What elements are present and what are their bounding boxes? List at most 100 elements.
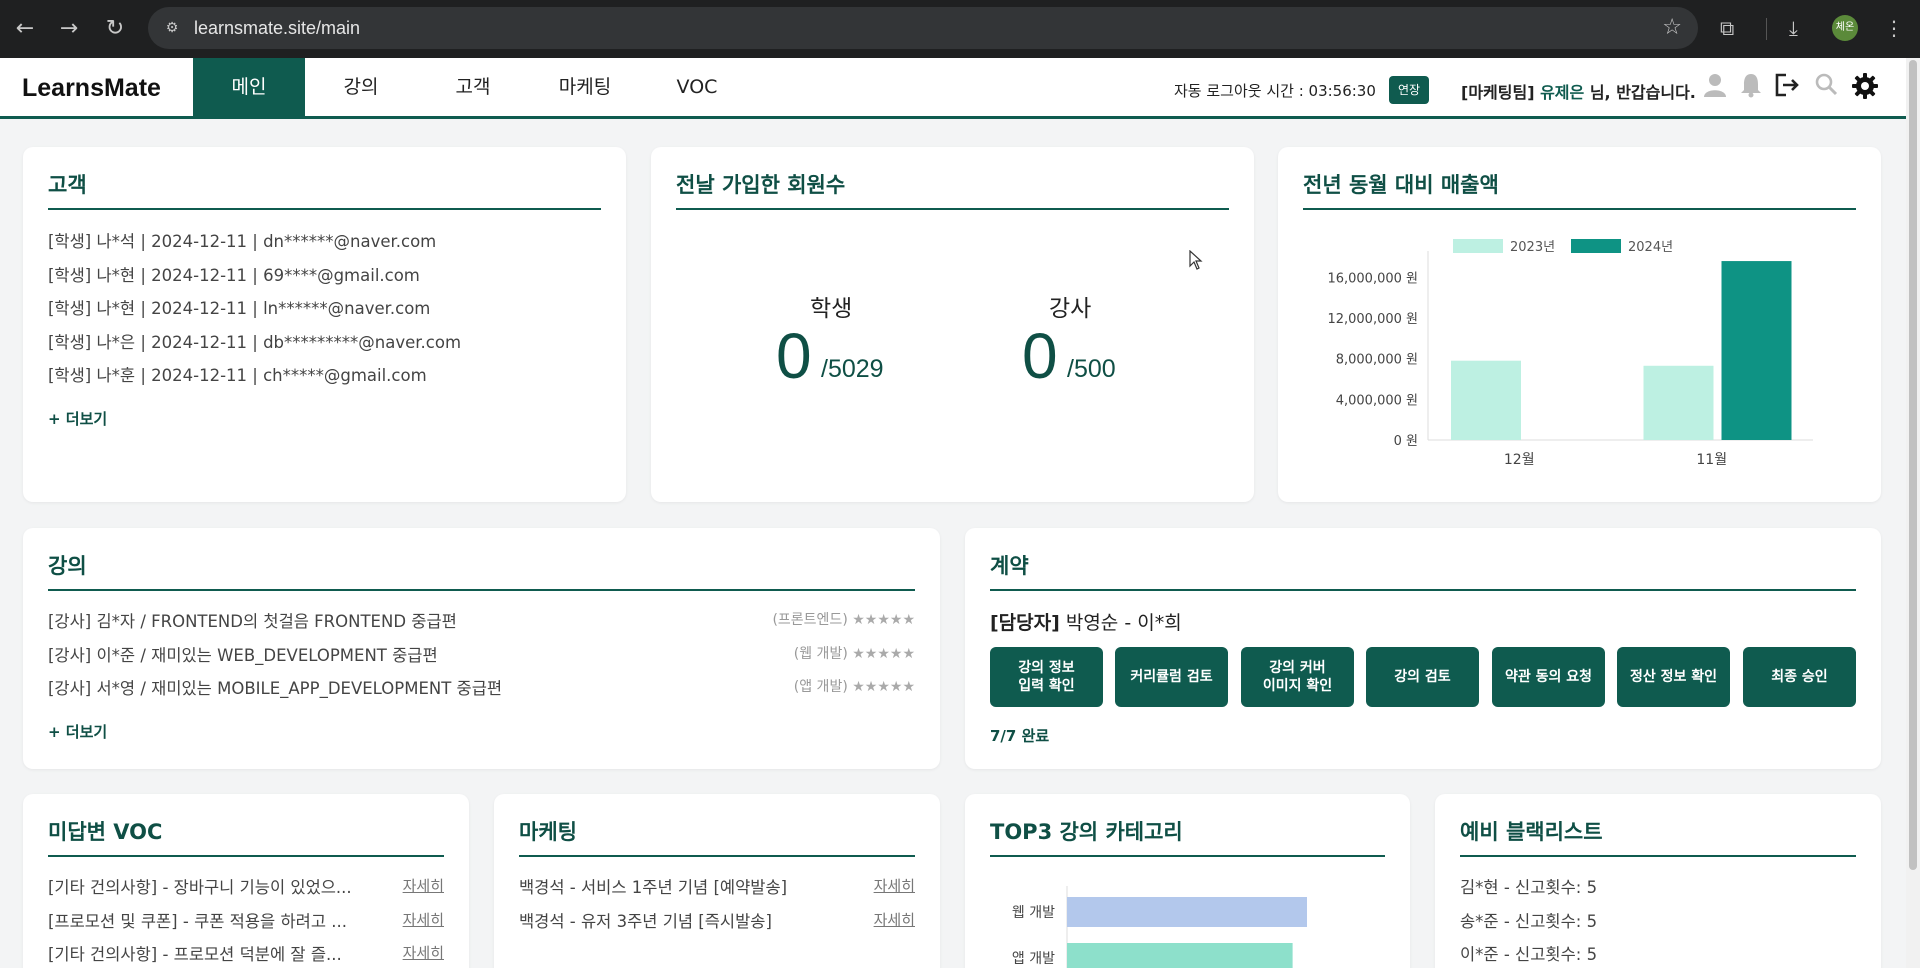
voc-row[interactable]: [기타 건의사항] - 장바구니 기능이 있었으... bbox=[48, 874, 352, 898]
rating-stars: ★★★★★ bbox=[852, 646, 915, 662]
download-icon[interactable]: ⤓ bbox=[1789, 14, 1798, 42]
bar-12월-2023년 bbox=[1451, 360, 1521, 440]
site-settings-icon[interactable]: ⚙ bbox=[162, 18, 182, 38]
logo[interactable]: LearnsMate bbox=[22, 74, 161, 103]
more-menu-icon[interactable]: ⋮ bbox=[1884, 14, 1904, 42]
step-terms-button[interactable]: 약관 동의 요청 bbox=[1492, 647, 1605, 707]
y-tick-label: 4,000,000 원 bbox=[1336, 393, 1418, 408]
marketing-card: 마케팅 백경석 - 서비스 1주년 기념 [예약발송] 자세히 백경석 - 유저… bbox=[494, 794, 940, 968]
bookmark-star-icon[interactable]: ☆ bbox=[1662, 15, 1682, 40]
step-lecture-review-button[interactable]: 강의 검토 bbox=[1366, 647, 1479, 707]
url-text[interactable]: learnsmate.site/main bbox=[194, 18, 360, 39]
page-scrollbar[interactable] bbox=[1906, 58, 1920, 968]
contract-status: 7/7 완료 bbox=[990, 727, 1050, 745]
y-tick-label: 8,000,000 원 bbox=[1336, 353, 1418, 368]
bell-icon[interactable] bbox=[1736, 72, 1766, 104]
blacklist-card: 예비 블랙리스트 김*현 - 신고횟수: 5 송*준 - 신고횟수: 5 이*준… bbox=[1435, 794, 1881, 968]
address-bar[interactable]: ⚙ learnsmate.site/main ☆ bbox=[148, 7, 1698, 49]
rating-stars: ★★★★★ bbox=[852, 612, 915, 628]
nav-marketing[interactable]: 마케팅 bbox=[529, 58, 641, 116]
customer-card-title: 고객 bbox=[48, 173, 87, 197]
marketing-row[interactable]: 백경석 - 유저 3주년 기념 [즉시발송] bbox=[519, 908, 772, 932]
title-divider bbox=[48, 589, 915, 591]
nav-main[interactable]: 메인 bbox=[193, 58, 305, 116]
scrollbar-thumb[interactable] bbox=[1909, 60, 1917, 870]
voc-detail-link[interactable]: 자세히 bbox=[403, 909, 444, 930]
nav-customer[interactable]: 고객 bbox=[417, 58, 529, 116]
contract-manager: [담당자] 박영순 - 이*희 bbox=[990, 608, 1182, 635]
logout-icon[interactable] bbox=[1772, 72, 1802, 104]
manager-label: [담당자] bbox=[990, 612, 1060, 634]
customer-more-link[interactable]: + 더보기 bbox=[48, 408, 107, 429]
profile-avatar[interactable]: 체온 bbox=[1832, 15, 1858, 41]
settings-gear-icon[interactable] bbox=[1850, 72, 1880, 104]
sales-card: 전년 동월 대비 매출액 2023년 2024년 0 원 4,000,000 원 8,0… bbox=[1278, 147, 1881, 502]
blacklist-row[interactable]: 송*준 - 신고횟수: 5 bbox=[1460, 908, 1597, 932]
category-label: 웹 개발 bbox=[1012, 905, 1055, 921]
voc-detail-link[interactable]: 자세히 bbox=[403, 875, 444, 896]
lecture-meta: (웹 개발) ★★★★★ bbox=[794, 643, 915, 663]
extend-session-button[interactable]: 연장 bbox=[1389, 76, 1429, 104]
step-curriculum-button[interactable]: 커리큘럼 검토 bbox=[1115, 647, 1228, 707]
blacklist-row[interactable]: 김*현 - 신고횟수: 5 bbox=[1460, 874, 1597, 898]
lecture-card-title: 강의 bbox=[48, 554, 87, 578]
app-header: LearnsMate 메인 강의 고객 마케팅 VOC 자동 로그아웃 시간 :… bbox=[0, 58, 1906, 119]
greeting: [마케팅팀] 유제은 님, 반갑습니다. bbox=[1461, 79, 1696, 103]
customer-row[interactable]: [학생] 나*은 | 2024-12-11 | db*********@nave… bbox=[48, 329, 461, 353]
lecture-card: 강의 [강사] 김*자 / FRONTEND의 첫걸음 FRONTEND 중급편… bbox=[23, 528, 940, 769]
bar-11월-2024년 bbox=[1721, 261, 1792, 440]
step-settlement-button[interactable]: 정산 정보 확인 bbox=[1617, 647, 1730, 707]
voc-row[interactable]: [프로모션 및 쿠폰] - 쿠폰 적용을 하려고 ... bbox=[48, 908, 347, 932]
title-divider bbox=[676, 208, 1229, 210]
blacklist-card-title: 예비 블랙리스트 bbox=[1460, 820, 1603, 844]
x-tick-label: 12월 bbox=[1504, 452, 1535, 468]
back-icon[interactable]: ← bbox=[10, 14, 40, 44]
lecture-row[interactable]: [강사] 서*영 / 재미있는 MOBILE_APP_DEVELOPMENT 중… bbox=[48, 675, 502, 699]
greeting-team: [마케팅팀] bbox=[1461, 83, 1541, 102]
top3-category-card: TOP3 강의 카테고리 웹 개발 앱 개발 bbox=[965, 794, 1410, 968]
top3-category-chart: 웹 개발앱 개발 bbox=[1012, 886, 1307, 968]
voc-detail-link[interactable]: 자세히 bbox=[403, 942, 444, 963]
customer-row[interactable]: [학생] 나*현 | 2024-12-11 | ln******@naver.c… bbox=[48, 295, 430, 319]
lecture-row[interactable]: [강사] 이*준 / 재미있는 WEB_DEVELOPMENT 중급편 bbox=[48, 642, 438, 666]
x-tick-label: 11월 bbox=[1696, 452, 1727, 468]
manager-value: 박영순 - 이*희 bbox=[1059, 612, 1182, 634]
auto-logout-timer: 자동 로그아웃 시간 : 03:56:30 bbox=[1174, 82, 1376, 100]
title-divider bbox=[990, 589, 1856, 591]
lecture-row[interactable]: [강사] 김*자 / FRONTEND의 첫걸음 FRONTEND 중급편 bbox=[48, 608, 457, 632]
rating-stars: ★★★★★ bbox=[852, 679, 915, 695]
voc-row[interactable]: [기타 건의사항] - 프로모션 덕분에 잘 즐... bbox=[48, 941, 342, 965]
step-cover-image-button[interactable]: 강의 커버 이미지 확인 bbox=[1241, 647, 1354, 707]
marketing-detail-link[interactable]: 자세히 bbox=[874, 909, 915, 930]
title-divider bbox=[48, 208, 601, 210]
reload-icon[interactable]: ↻ bbox=[100, 14, 130, 44]
forward-icon[interactable]: → bbox=[54, 14, 84, 44]
lecture-meta: (프론트엔드) ★★★★★ bbox=[772, 609, 915, 629]
title-divider bbox=[48, 855, 444, 857]
search-icon[interactable] bbox=[1811, 72, 1841, 104]
browser-toolbar: ← → ↻ ⚙ learnsmate.site/main ☆ ⧉ ⤓ 체온 ⋮ bbox=[0, 0, 1920, 58]
user-name: 유제은 bbox=[1540, 83, 1585, 102]
customer-row[interactable]: [학생] 나*현 | 2024-12-11 | 69****@gmail.com bbox=[48, 262, 420, 286]
user-icon[interactable] bbox=[1700, 72, 1730, 104]
marketing-detail-link[interactable]: 자세히 bbox=[874, 875, 915, 896]
teacher-total: /500 bbox=[1067, 355, 1116, 383]
lecture-category: (프론트엔드) bbox=[772, 612, 848, 628]
mouse-cursor-icon bbox=[1189, 250, 1203, 270]
step-lecture-info-button[interactable]: 강의 정보 입력 확인 bbox=[990, 647, 1103, 707]
blacklist-row[interactable]: 이*준 - 신고횟수: 5 bbox=[1460, 941, 1597, 965]
lecture-more-link[interactable]: + 더보기 bbox=[48, 721, 107, 742]
marketing-row[interactable]: 백경석 - 서비스 1주년 기념 [예약발송] bbox=[519, 874, 787, 898]
extensions-icon[interactable]: ⧉ bbox=[1720, 14, 1734, 42]
nav-lecture[interactable]: 강의 bbox=[305, 58, 417, 116]
contract-card: 계약 [담당자] 박영순 - 이*희 강의 정보 입력 확인 커리큘럼 검토 강… bbox=[965, 528, 1881, 769]
toolbar-divider bbox=[1766, 18, 1767, 40]
customer-row[interactable]: [학생] 나*석 | 2024-12-11 | dn******@naver.c… bbox=[48, 228, 436, 252]
contract-card-title: 계약 bbox=[990, 554, 1029, 578]
student-count: 0 bbox=[776, 320, 812, 392]
legend-swatch bbox=[1453, 239, 1503, 253]
nav-voc[interactable]: VOC bbox=[641, 58, 753, 116]
teacher-label: 강사 bbox=[1049, 296, 1092, 322]
customer-row[interactable]: [학생] 나*훈 | 2024-12-11 | ch*****@gmail.co… bbox=[48, 362, 427, 386]
step-final-approval-button[interactable]: 최종 승인 bbox=[1743, 647, 1856, 707]
